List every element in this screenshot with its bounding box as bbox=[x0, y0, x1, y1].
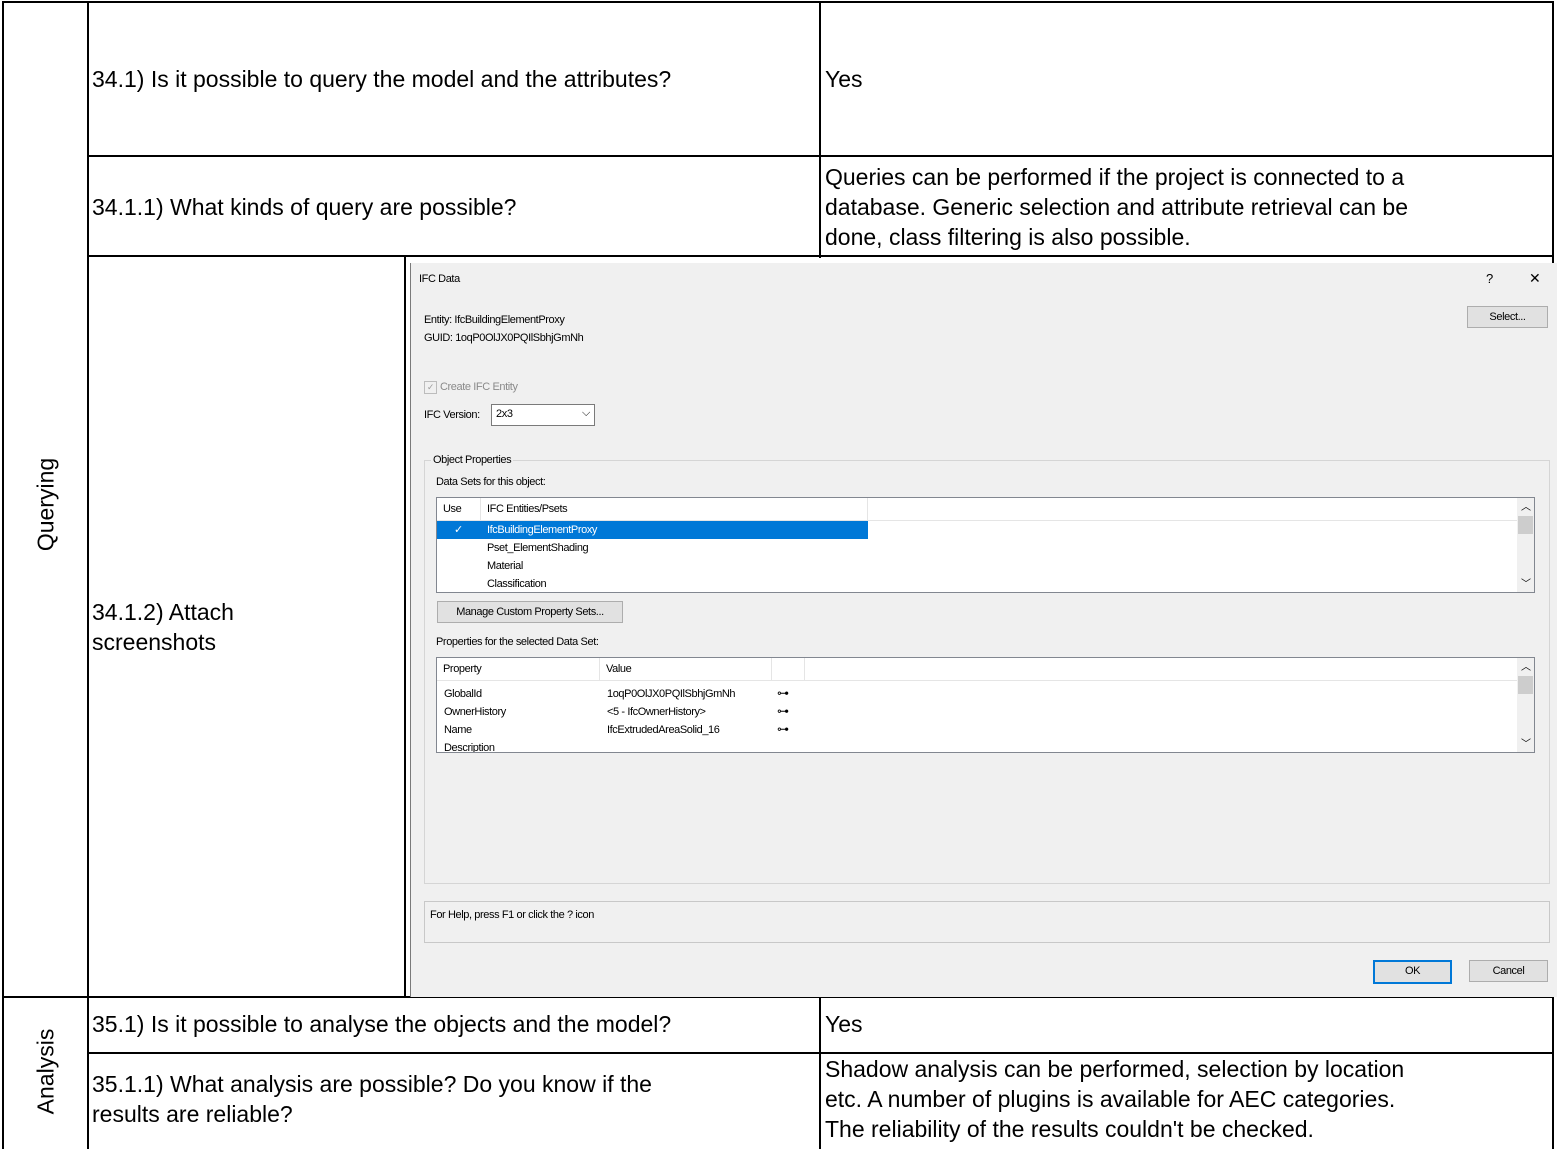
column-header-use[interactable]: Use bbox=[437, 498, 481, 520]
ifc-data-dialog: IFC Data ? ✕ Entity: IfcBuildingElementP… bbox=[410, 263, 1557, 997]
edit-slider-icon[interactable]: ⊶ bbox=[777, 702, 789, 720]
ok-button[interactable]: OK bbox=[1373, 960, 1452, 984]
check-icon: ✓ bbox=[454, 524, 463, 536]
column-header-value[interactable]: Value bbox=[600, 658, 772, 680]
property-name: Description bbox=[444, 742, 495, 753]
data-set-name: IfcBuildingElementProxy bbox=[487, 524, 598, 536]
chevron-down-icon: ⌵ bbox=[582, 407, 590, 419]
select-button[interactable]: Select... bbox=[1467, 306, 1548, 328]
table-row[interactable]: GlobalId 1oqP0OlJX0PQIlSbhjGmNh ⊶ bbox=[437, 685, 1517, 703]
property-name: Name bbox=[444, 724, 472, 736]
chevron-up-icon[interactable]: ︿ bbox=[1521, 658, 1531, 673]
property-value: <5 - IfcOwnerHistory> bbox=[607, 706, 706, 718]
section-label-analysis: Analysis bbox=[32, 1028, 59, 1115]
question-line: 35.1.1) What analysis are possible? Do y… bbox=[92, 1071, 652, 1097]
question-line: 34.1.2) Attach bbox=[92, 599, 234, 625]
section-label-querying: Querying bbox=[32, 457, 59, 552]
question-34-1-1: 34.1.1) What kinds of query are possible… bbox=[92, 194, 517, 220]
create-entity-label: Create IFC Entity bbox=[440, 381, 518, 393]
data-sets-label: Data Sets for this object: bbox=[436, 476, 546, 488]
column-header-edit[interactable] bbox=[772, 658, 805, 680]
ifc-version-value: 2x3 bbox=[496, 408, 513, 420]
ifc-version-select[interactable]: 2x3 ⌵ bbox=[491, 404, 595, 426]
table-row[interactable]: Description bbox=[437, 739, 1517, 753]
properties-list[interactable]: Property Value GlobalId 1oqP0OlJX0PQIlSb… bbox=[436, 657, 1535, 753]
header-divider bbox=[437, 680, 1517, 681]
entity-text: Entity: IfcBuildingElementProxy bbox=[424, 314, 565, 326]
table-row[interactable]: OwnerHistory <5 - IfcOwnerHistory> ⊶ bbox=[437, 703, 1517, 721]
chevron-down-icon[interactable]: ﹀ bbox=[1521, 735, 1531, 750]
data-set-name: Pset_ElementShading bbox=[487, 542, 589, 554]
answer-line: database. Generic selection and attribut… bbox=[825, 194, 1409, 220]
property-value: 1oqP0OlJX0PQIlSbhjGmNh bbox=[607, 688, 736, 700]
edit-slider-icon[interactable]: ⊶ bbox=[777, 684, 789, 702]
question-line: results are reliable? bbox=[92, 1101, 293, 1127]
answer-line: The reliability of the results couldn't … bbox=[825, 1116, 1314, 1142]
answer-35-1: Yes bbox=[825, 1011, 863, 1037]
cancel-button[interactable]: Cancel bbox=[1469, 960, 1548, 982]
properties-label: Properties for the selected Data Set: bbox=[436, 636, 599, 648]
create-entity-checkbox[interactable]: ✓ bbox=[424, 381, 437, 394]
data-set-name: Material bbox=[487, 560, 523, 572]
scrollbar-thumb[interactable] bbox=[1518, 676, 1533, 694]
help-box bbox=[424, 901, 1550, 943]
property-name: OwnerHistory bbox=[444, 706, 506, 718]
data-set-name: Classification bbox=[487, 578, 547, 590]
dialog-title: IFC Data bbox=[419, 273, 460, 285]
list-item[interactable]: Pset_ElementShading bbox=[437, 539, 868, 557]
answer-34-1: Yes bbox=[825, 66, 863, 92]
properties-scrollbar[interactable]: ︿ ﹀ bbox=[1517, 658, 1534, 752]
close-icon[interactable]: ✕ bbox=[1529, 270, 1541, 287]
question-35-1: 35.1) Is it possible to analyse the obje… bbox=[92, 1011, 672, 1037]
data-sets-scrollbar[interactable]: ︿ ﹀ bbox=[1517, 498, 1534, 592]
chevron-down-icon[interactable]: ﹀ bbox=[1521, 575, 1531, 590]
question-line: screenshots bbox=[92, 629, 217, 655]
edit-slider-icon[interactable]: ⊶ bbox=[777, 720, 789, 738]
column-header-entities[interactable]: IFC Entities/Psets bbox=[481, 498, 868, 520]
data-sets-list[interactable]: Use IFC Entities/Psets ✓ IfcBuildingElem… bbox=[436, 497, 1535, 593]
object-properties-title: Object Properties bbox=[431, 454, 514, 466]
list-item[interactable]: ✓ IfcBuildingElementProxy bbox=[437, 521, 868, 539]
answer-line: Shadow analysis can be performed, select… bbox=[825, 1056, 1405, 1082]
list-item[interactable]: Material bbox=[437, 557, 868, 575]
ifc-version-label: IFC Version: bbox=[424, 409, 480, 421]
guid-text: GUID: 1oqP0OlJX0PQIlSbhjGmNh bbox=[424, 332, 584, 344]
answer-line: done, class filtering is also possible. bbox=[825, 224, 1191, 250]
table-row[interactable]: Name IfcExtrudedAreaSolid_16 ⊶ bbox=[437, 721, 1517, 739]
help-text: For Help, press F1 or click the ? icon bbox=[430, 909, 594, 921]
answer-line: Queries can be performed if the project … bbox=[825, 164, 1405, 190]
question-34-1: 34.1) Is it possible to query the model … bbox=[92, 66, 672, 92]
property-value: IfcExtrudedAreaSolid_16 bbox=[607, 724, 720, 736]
help-icon[interactable]: ? bbox=[1486, 271, 1493, 286]
property-name: GlobalId bbox=[444, 688, 482, 700]
answer-line: etc. A number of plugins is available fo… bbox=[825, 1086, 1396, 1112]
chevron-up-icon[interactable]: ︿ bbox=[1521, 498, 1531, 513]
column-header-property[interactable]: Property bbox=[437, 658, 600, 680]
scrollbar-thumb[interactable] bbox=[1518, 516, 1533, 534]
manage-custom-property-sets-button[interactable]: Manage Custom Property Sets... bbox=[437, 601, 623, 623]
list-item[interactable]: Classification bbox=[437, 575, 868, 592]
